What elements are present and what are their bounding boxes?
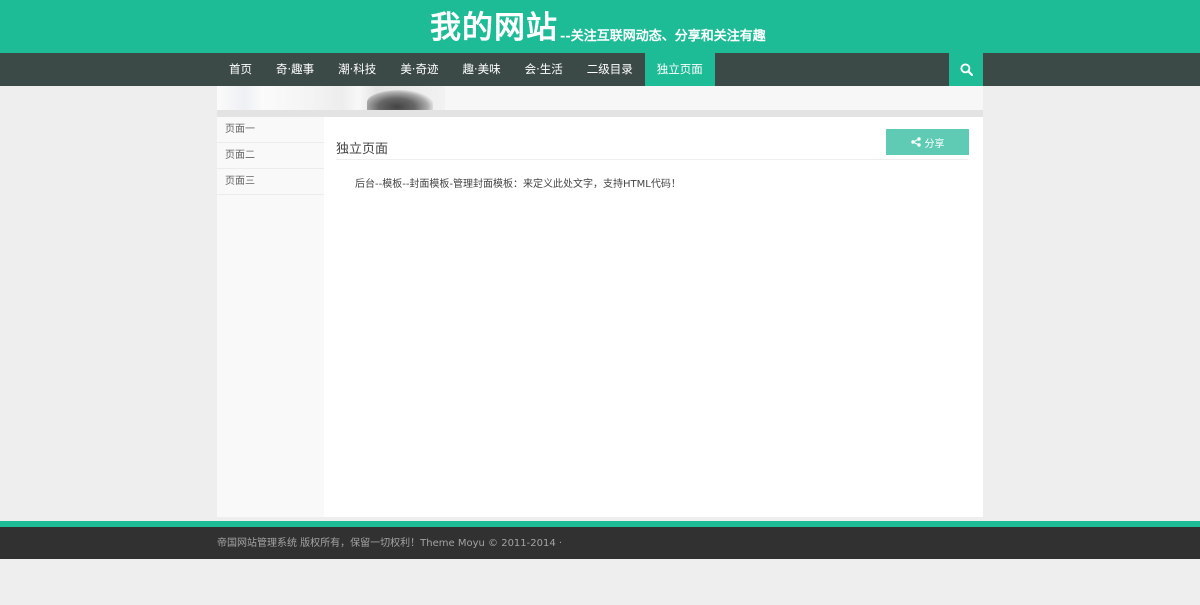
nav-item-meiqiji[interactable]: 美·奇迹	[388, 53, 450, 86]
site-logo[interactable]: 我的网站 --关注互联网动态、分享和关注有趣	[430, 6, 766, 48]
nav-item-qumeiwei[interactable]: 趣·美味	[450, 53, 512, 86]
main-nav: 首页 奇·趣事 潮·科技 美·奇迹 趣·美味 会·生活 二级目录 独立页面	[0, 53, 1200, 86]
share-label: 分享	[924, 138, 945, 150]
share-icon	[910, 137, 921, 147]
logo-title: 我的网站	[430, 10, 558, 46]
site-footer: 帝国网站管理系统 版权所有，保留一切权利！Theme Moyu © 2011-2…	[0, 527, 1200, 559]
sidebar-item-page-2[interactable]: 页面二	[217, 143, 324, 169]
site-header: 我的网站 --关注互联网动态、分享和关注有趣	[0, 0, 1200, 53]
content-panel: 独立页面 分享 后台--模板--封面模板-管理封面模板：来定义此处文字，支持HT…	[324, 117, 983, 517]
sidebar: 页面一 页面二 页面三	[217, 117, 324, 517]
nav-item-home[interactable]: 首页	[217, 53, 264, 86]
nav-item-secondary-dir[interactable]: 二级目录	[575, 53, 645, 86]
page-title: 独立页面	[336, 142, 389, 157]
banner-image	[217, 86, 983, 110]
page-body-text: 后台--模板--封面模板-管理封面模板：来定义此处文字，支持HTML代码！	[355, 179, 681, 190]
nav-item-chaokeji[interactable]: 潮·科技	[326, 53, 388, 86]
sidebar-item-page-3[interactable]: 页面三	[217, 169, 324, 195]
banner-divider	[217, 110, 983, 117]
title-divider	[336, 159, 968, 160]
share-button[interactable]: 分享	[886, 129, 969, 155]
main-container: 页面一 页面二 页面三 独立页面 分享 后台--模板--封面模板-管理封面模板：…	[217, 117, 983, 517]
nav-item-qiqushi[interactable]: 奇·趣事	[264, 53, 326, 86]
nav-menu: 首页 奇·趣事 潮·科技 美·奇迹 趣·美味 会·生活 二级目录 独立页面	[217, 53, 715, 86]
sidebar-item-page-1[interactable]: 页面一	[217, 117, 324, 143]
footer-copyright: 帝国网站管理系统 版权所有，保留一切权利！Theme Moyu © 2011-2…	[217, 538, 563, 549]
nav-item-standalone-page[interactable]: 独立页面	[644, 53, 715, 86]
search-icon	[959, 63, 973, 76]
banner-photo	[367, 90, 433, 110]
logo-tagline: --关注互联网动态、分享和关注有趣	[560, 29, 766, 44]
nav-item-huishenghuo[interactable]: 会·生活	[513, 53, 575, 86]
search-button[interactable]	[949, 53, 983, 86]
